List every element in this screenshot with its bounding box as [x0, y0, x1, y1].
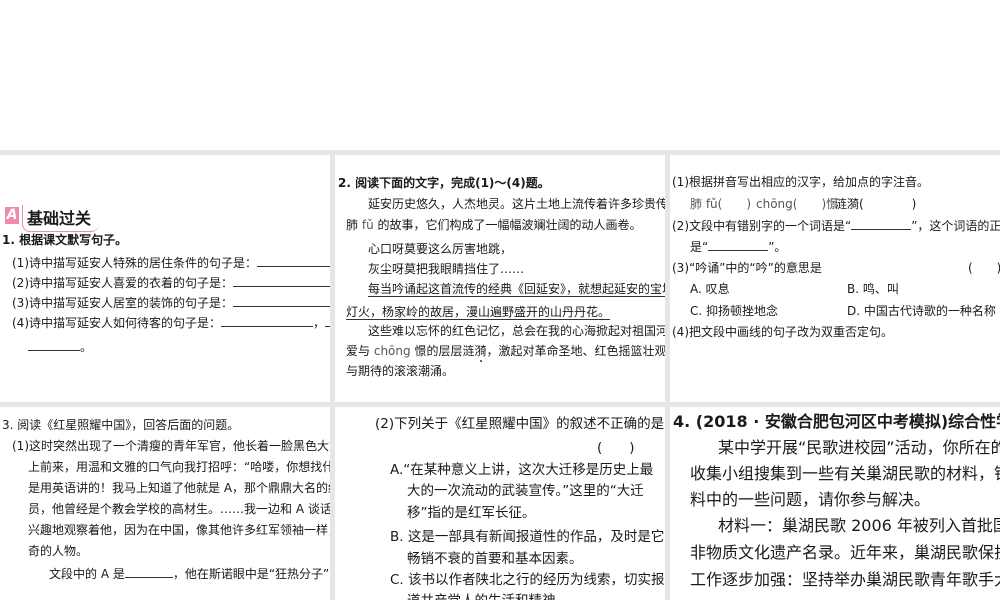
- excerpt-line: 上前来，用温和文雅的口气向我打招呼：“哈喽，你想找什么人吗？”他: [28, 460, 330, 474]
- answer-blank[interactable]: [233, 294, 330, 307]
- underlined-text: 灯火，杨家岭的故居，漫山遍野盛开的山丹丹花。: [346, 305, 611, 320]
- q1-item-text: (4)诗中描写延安人如何待客的句子是：: [12, 316, 221, 330]
- pinyin-item: 涟漪( ): [835, 197, 917, 211]
- underlined-text: 每当吟诵起这首流传的经典《回延安》，就想起延安的宝塔山，枣园的: [368, 282, 665, 297]
- excerpt-line: 是用英语讲的！我马上知道了他就是 A，那个鼎鼎大名的红军指挥: [28, 481, 330, 495]
- q3-stem: 3. 阅读《红星照耀中国》，回答后面的问题。: [2, 418, 240, 432]
- q-text: 是“: [690, 240, 709, 254]
- pinyin-item: 肺 fǔ( ): [690, 197, 752, 211]
- poem-line: 心口呀莫要这么厉害地跳，: [368, 242, 513, 256]
- answer-blank[interactable]: [28, 338, 80, 351]
- passage-line: 延安历史悠久，人杰地灵。这片土地上流传着许多珍贵传说和感人: [368, 197, 665, 211]
- option-a-cont: 大的一次流动的武装宣传。”这里的“大迁: [407, 483, 644, 499]
- q1-item: (4)诗中描写延安人如何待客的句子是： ，: [12, 314, 330, 330]
- poem-line: 灰尘呀莫把我眼睛挡住了……: [368, 262, 525, 276]
- q3-ask: 文段中的 A 是 ，他在斯诺眼中是“狂热分子”的原因：: [49, 565, 330, 581]
- sub-question-1: (1)根据拼音写出相应的汉字，给加点的字注音。: [672, 175, 929, 189]
- q1-item: (2)诗中描写延安人喜爱的衣着的句子是：。: [12, 274, 330, 290]
- underlined-line: 灯火，杨家岭的故居，漫山遍野盛开的山丹丹花。: [346, 304, 611, 320]
- q1-item-text: (1)诗中描写延安人特殊的居住条件的句子是：: [12, 256, 257, 270]
- passage-text: ，激起对革命圣地、红色摇篮壮观盛景无限向往: [486, 344, 665, 358]
- pinyin: fǔ: [361, 218, 374, 232]
- excerpt-line: 兴趣地观察着他，因为在中国，像其他许多红军领袖一样，他是一个传: [28, 523, 330, 537]
- q4-line: 某中学开展“民歌进校园”活动，你所在的素材: [718, 438, 1000, 457]
- answer-blank[interactable]: [221, 314, 313, 327]
- q4-line: 收集小组搜集到一些有关巢湖民歌的材料，针对材: [690, 464, 1000, 483]
- panel-q2-passage: 2. 阅读下面的文字，完成(1)～(4)题。 延安历史悠久，人杰地灵。这片土地上…: [335, 155, 665, 402]
- q4-line: 非物质文化遗产名录。近年来，巢湖民歌保护传承: [690, 543, 1000, 562]
- answer-blank[interactable]: [325, 314, 330, 327]
- option-a[interactable]: A.“在某种意义上讲，这次大迁移是历史上最: [390, 460, 653, 480]
- q-text: ”。: [768, 240, 787, 254]
- q1-item: (1)诗中描写延安人特殊的居住条件的句子是：。: [12, 254, 330, 270]
- option-b-cont: 畅销不衰的首要和基本因素。: [407, 551, 583, 567]
- passage-text: 憬的层层涟: [414, 344, 475, 358]
- passage-line: 这些难以忘怀的红色记忆，总会在我的心海掀起对祖国河山无限热: [368, 324, 665, 338]
- passage-line: 肺 fǔ 的故事，它们构成了一幅幅波斓壮阔的动人画卷。: [346, 217, 642, 233]
- q-text: (2)文段中有错别字的一个词语是“: [672, 219, 852, 233]
- q3-2-stem: (2)下列关于《红星照耀中国》的叙述不正确的是: [375, 416, 665, 432]
- passage-line: 爱与 chōng 憬的层层涟漪，激起对革命圣地、红色摇篮壮观盛景无限向往: [346, 343, 665, 359]
- punct: 。: [80, 340, 93, 354]
- q1-item-text: (3)诗中描写延安人居室的装饰的句子是：: [12, 296, 233, 310]
- q1-item-cont: 。: [28, 338, 92, 354]
- option-c[interactable]: C. 该书以作者陕北之行的经历为线索，切实报: [390, 570, 665, 590]
- option-d[interactable]: D. 中国古代诗歌的一种名称: [847, 303, 996, 319]
- sub-question-2-cont: 是“ ”。: [690, 238, 786, 254]
- passage-text: 爱与: [346, 344, 371, 358]
- answer-blank[interactable]: [233, 274, 330, 287]
- answer-blank[interactable]: [851, 217, 912, 230]
- q1-item-text: (2)诗中描写延安人喜爱的衣着的句子是：: [12, 276, 233, 290]
- q1-stem: 1. 根据课文默写句子。: [2, 233, 128, 247]
- option-a-cont: 移”指的是红军长征。: [407, 505, 536, 521]
- q-text: ”，这个词语的正确写法: [911, 219, 1000, 233]
- pinyin-item: chōng( )憬: [756, 197, 839, 211]
- q2-stem: 2. 阅读下面的文字，完成(1)～(4)题。: [338, 176, 550, 190]
- answer-paren[interactable]: ( ): [597, 438, 635, 458]
- excerpt-line: 员，他曾经是个教会学校的高材生。……我一边和 A 谈话，一边深感: [28, 502, 330, 516]
- panel-q3: 3. 阅读《红星照耀中国》，回答后面的问题。 (1)这时突然出现了一个清瘦的青年…: [0, 407, 330, 600]
- q-text: ，他在斯诺眼中是“狂热分子”的原因：: [172, 567, 330, 581]
- answer-blank[interactable]: [257, 254, 330, 267]
- sub-question-2: (2)文段中有错别字的一个词语是“ ”，这个词语的正确写法: [672, 217, 1000, 233]
- option-b[interactable]: B. 这是一部具有新闻报道性的作品，及时是它: [390, 527, 664, 547]
- option-c-cont: 道共产党人的生活和精神。: [407, 591, 569, 600]
- q1-item: (3)诗中描写延安人居室的装饰的句子是：。: [12, 294, 330, 310]
- option-a[interactable]: A. 叹息: [690, 281, 730, 297]
- dotted-char: 漪: [474, 344, 487, 358]
- punct: ，: [313, 316, 326, 330]
- panel-q1: A 基础过关 1. 根据课文默写句子。 (1)诗中描写延安人特殊的居住条件的句子…: [0, 155, 330, 402]
- passage-line: 与期待的滚滚潮涌。: [346, 364, 455, 378]
- q4-line: 料中的一些问题，请你参与解决。: [690, 490, 931, 509]
- answer-blank[interactable]: [708, 238, 769, 251]
- excerpt-line: 奇的人物。: [28, 544, 89, 558]
- section-title: 基础过关: [22, 205, 100, 232]
- q4-line: 工作逐步加强：坚持举办巢湖民歌青年歌手大奖: [690, 570, 1000, 589]
- underlined-line: 每当吟诵起这首流传的经典《回延安》，就想起延安的宝塔山，枣园的: [368, 281, 665, 297]
- panel-q2-questions: (1)根据拼音写出相应的汉字，给加点的字注音。 肺 fǔ( ) chōng( )…: [670, 155, 1000, 402]
- answer-blank[interactable]: [124, 565, 173, 578]
- option-b[interactable]: B. 鸣、叫: [847, 281, 899, 297]
- passage-text: 的故事，它们构成了一幅幅波斓壮阔的动人画卷。: [377, 218, 642, 232]
- excerpt-line: (1)这时突然出现了一个清瘦的青年军官，他长着一脸黑色大胡子。他走: [12, 439, 330, 453]
- panel-q3-2: (2)下列关于《红星照耀中国》的叙述不正确的是 ( ) A.“在某种意义上讲，这…: [335, 407, 665, 600]
- answer-paren[interactable]: ( ): [968, 260, 1000, 276]
- sub-question-3: (3)“吟诵”中的“吟”的意思是: [672, 261, 822, 275]
- q4-line: 材料一：巢湖民歌 2006 年被列入首批国家级: [718, 516, 1000, 535]
- panel-q4: 4. (2018 · 安徽合肥包河区中考模拟)综合性学习。 某中学开展“民歌进校…: [670, 407, 1000, 600]
- q-text: 文段中的 A 是: [49, 567, 125, 581]
- section-badge: A: [5, 207, 19, 224]
- sub-question-4: (4)把文段中画线的句子改为双重否定句。: [672, 325, 893, 339]
- passage-text: 肺: [346, 218, 359, 232]
- option-c[interactable]: C. 抑扬顿挫地念: [690, 303, 778, 319]
- q4-stem: 4. (2018 · 安徽合肥包河区中考模拟)综合性学习。: [673, 412, 1000, 431]
- pinyin: chōng: [373, 344, 411, 358]
